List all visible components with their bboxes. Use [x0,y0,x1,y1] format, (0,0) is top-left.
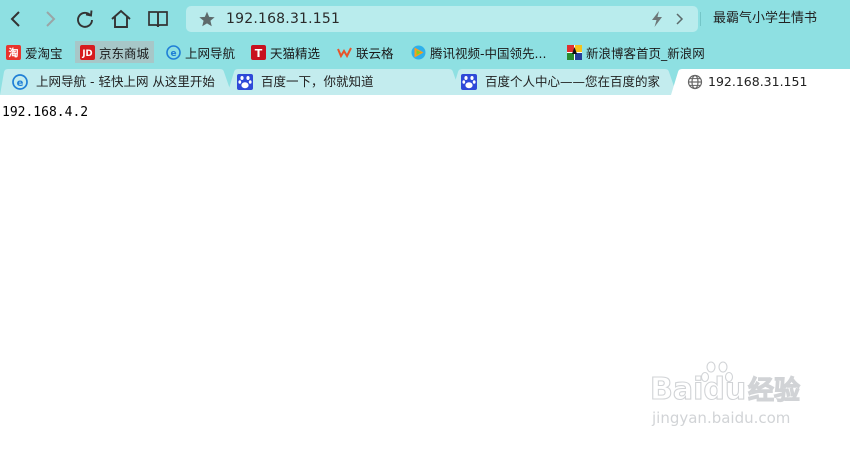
tab-title: 192.168.31.151 [708,74,808,89]
browser-window: 192.168.31.151 最霸气小学生情书 淘 爱淘宝 JD 京东商城 e … [0,0,850,450]
watermark-domain: jingyan.baidu.com [651,409,790,427]
bookmark-sina-blog[interactable]: 新浪博客首页_新浪网 [562,41,710,63]
baidu-jingyan-watermark: Baidu 经验 jingyan.baidu.com [649,361,801,427]
bookmark-jd[interactable]: JD 京东商城 [75,41,155,63]
ie-navigation-icon: e [12,74,28,90]
bookmark-label: 腾讯视频-中国领先... [430,45,547,61]
back-button[interactable] [3,6,29,32]
tab-active-ip[interactable]: 192.168.31.151 [671,69,850,95]
svg-text:e: e [17,78,24,89]
back-arrow-icon [10,11,20,27]
jd-icon: JD [80,44,95,60]
search-suggestion[interactable]: 最霸气小学生情书 [713,10,817,28]
lianyun-icon [337,45,352,60]
browser-toolbar: 192.168.31.151 最霸气小学生情书 [0,0,850,38]
tab-title: 百度一下，你就知道 [261,74,374,89]
bookmark-star-icon[interactable] [198,10,216,28]
globe-icon [687,74,703,90]
bookmarks-bar: 淘 爱淘宝 JD 京东商城 e 上网导航 T 天猫精选 联云格 腾讯视频-中国领… [0,38,850,66]
bookmark-tencent-video[interactable]: 腾讯视频-中国领先... [406,41,551,63]
tab-bar: e 上网导航 - 轻快上网 从这里开始 百度一下，你就知道 百度个人中心——您在… [0,66,850,95]
tab-baidu-profile[interactable]: 百度个人中心——您在百度的家 [451,69,677,95]
tencent-video-icon [411,45,426,60]
url-text[interactable]: 192.168.31.151 [226,10,340,28]
svg-text:T: T [255,47,263,60]
bookmark-lianyun[interactable]: 联云格 [332,41,399,63]
bookmark-label: 京东商城 [99,45,150,61]
baidu-paw-icon [461,74,477,90]
refresh-button[interactable] [72,6,98,32]
book-icon [148,11,168,28]
bookmark-taobao[interactable]: 淘 爱淘宝 [1,41,68,63]
reading-mode-button[interactable] [145,6,171,32]
tab-baidu-search[interactable]: 百度一下，你就知道 [227,69,461,95]
bookmark-label: 爱淘宝 [25,45,63,61]
page-content: 192.168.4.2 Baidu 经验 jingyan.baidu.com [0,95,850,450]
sina-blog-icon [567,44,582,60]
chevron-right-icon[interactable] [674,11,686,27]
bookmark-navigation[interactable]: e 上网导航 [161,41,240,63]
svg-text:JD: JD [81,49,92,59]
page-body-text: 192.168.4.2 [2,105,89,120]
address-bar[interactable]: 192.168.31.151 [186,6,698,32]
tab-title: 百度个人中心——您在百度的家 [485,74,661,89]
lightning-icon[interactable] [650,11,664,27]
taobao-icon: 淘 [6,44,21,60]
baidu-paw-icon [237,74,253,90]
watermark-brand: Baidu [650,372,746,407]
bookmark-label: 上网导航 [185,45,236,61]
tmall-icon: T [251,44,266,60]
bookmark-label: 新浪博客首页_新浪网 [586,45,705,61]
tab-navigation[interactable]: e 上网导航 - 轻快上网 从这里开始 [0,69,232,95]
svg-text:淘: 淘 [9,46,19,59]
forward-arrow-icon [46,11,56,27]
tab-title: 上网导航 - 轻快上网 从这里开始 [36,74,215,89]
home-icon [111,9,131,28]
bookmark-tmall[interactable]: T 天猫精选 [246,41,325,63]
ie-navigation-icon: e [166,44,181,60]
bookmark-label: 联云格 [356,45,394,61]
watermark-name: 经验 [748,375,800,406]
home-button[interactable] [108,6,134,32]
forward-button[interactable] [37,6,63,32]
refresh-icon [77,10,93,28]
toolbar-divider [700,12,701,26]
svg-text:e: e [170,49,176,59]
bookmark-label: 天猫精选 [270,45,321,61]
